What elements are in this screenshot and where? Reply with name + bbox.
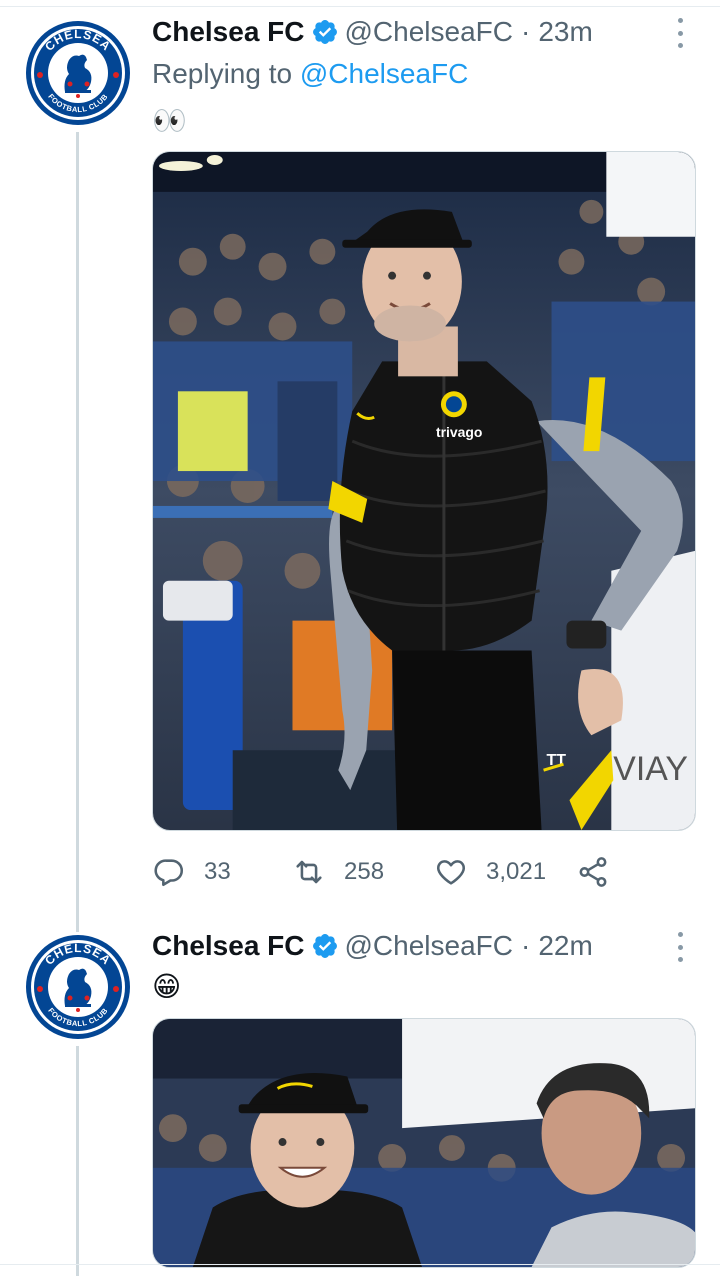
separator-dot: · xyxy=(520,16,531,47)
replying-to: Replying to @ChelseaFC xyxy=(152,58,468,90)
more-icon[interactable] xyxy=(670,18,690,48)
tweet-text: 👀 xyxy=(152,105,187,136)
tweet-timestamp[interactable]: 22m xyxy=(538,930,592,962)
retweet-count: 258 xyxy=(344,858,385,885)
tweet-actions: 33 258 3,021 xyxy=(152,850,622,894)
tweet-header: Chelsea FC @ChelseaFC · 22m xyxy=(152,926,593,966)
tweet-photo[interactable]: VIAY trivago TT xyxy=(152,151,696,831)
separator-dot: · xyxy=(520,930,531,961)
tweet-text: 😁 xyxy=(152,971,182,1002)
reply-count: 33 xyxy=(204,858,231,885)
replying-prefix: Replying to xyxy=(152,58,293,89)
thread-line xyxy=(76,132,79,932)
thread-line xyxy=(76,1046,79,1276)
author-handle[interactable]: @ChelseaFC xyxy=(345,930,513,962)
author-name[interactable]: Chelsea FC xyxy=(152,16,305,48)
bottom-divider xyxy=(0,1264,720,1265)
svg-text:VIAY: VIAY xyxy=(613,750,688,788)
avatar[interactable]: CHELSEA FOOTBALL CLUB xyxy=(25,20,131,126)
tweet-photo[interactable] xyxy=(152,1018,696,1268)
tweet-header: Chelsea FC @ChelseaFC · 23m xyxy=(152,12,593,52)
author-name[interactable]: Chelsea FC xyxy=(152,930,305,962)
verified-badge-icon xyxy=(311,18,339,46)
share-button[interactable] xyxy=(576,855,610,889)
like-count: 3,021 xyxy=(486,858,547,885)
like-icon xyxy=(437,860,465,885)
author-handle[interactable]: @ChelseaFC xyxy=(345,16,513,48)
replying-handle-link[interactable]: @ChelseaFC xyxy=(300,58,468,89)
reply-icon xyxy=(154,859,184,887)
verified-badge-icon xyxy=(311,932,339,960)
tweet-timestamp[interactable]: 23m xyxy=(538,16,592,48)
top-divider xyxy=(0,6,720,7)
svg-text:trivago: trivago xyxy=(436,424,482,440)
retweet-icon xyxy=(296,860,322,884)
retweet-button[interactable]: 258 xyxy=(292,855,434,889)
share-icon xyxy=(579,857,607,887)
reply-button[interactable]: 33 xyxy=(152,855,292,889)
more-icon[interactable] xyxy=(670,932,690,962)
like-button[interactable]: 3,021 xyxy=(434,855,576,889)
avatar[interactable]: CHELSEA FOOTBALL CLUB xyxy=(25,934,131,1040)
